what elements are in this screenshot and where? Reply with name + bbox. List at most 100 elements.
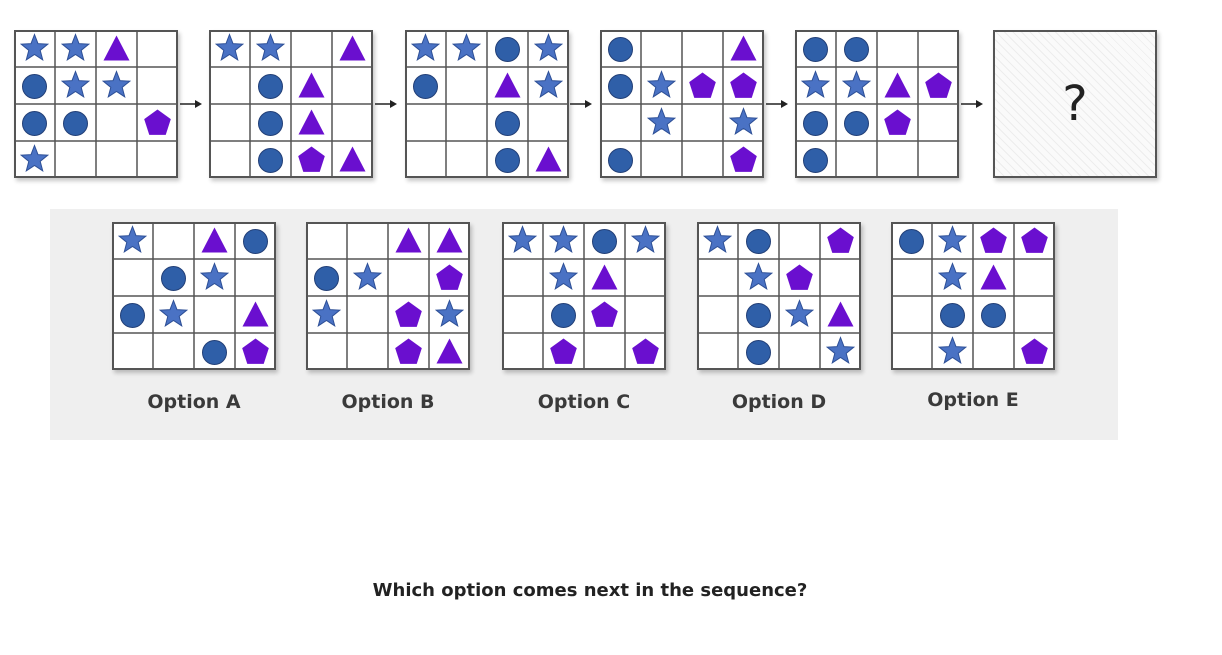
circle-icon [314, 266, 339, 291]
triangle-icon [298, 109, 325, 135]
question-text: Which option comes next in the sequence? [372, 580, 808, 601]
star-icon [784, 299, 815, 327]
star-icon [214, 33, 245, 61]
circle-icon [746, 340, 771, 365]
star-icon [199, 262, 230, 290]
pentagon-icon [632, 338, 659, 364]
option-d-grid[interactable] [697, 222, 861, 370]
triangle-icon [436, 227, 463, 253]
circle-icon [746, 303, 771, 328]
circle-icon [258, 148, 283, 173]
pentagon-icon [395, 338, 422, 364]
star-icon [743, 262, 774, 290]
circle-icon [551, 303, 576, 328]
circle-icon [844, 111, 869, 136]
pentagon-icon [884, 109, 911, 135]
star-icon [19, 33, 50, 61]
star-icon [101, 70, 132, 98]
star-icon [451, 33, 482, 61]
star-icon [255, 33, 286, 61]
pentagon-icon [1021, 338, 1048, 364]
triangle-icon [980, 264, 1007, 290]
triangle-icon [494, 72, 521, 98]
circle-icon [495, 148, 520, 173]
triangle-icon [339, 146, 366, 172]
option-d-label[interactable]: Option D [697, 391, 861, 413]
option-b-grid[interactable] [306, 222, 470, 370]
star-icon [630, 225, 661, 253]
pentagon-icon [730, 146, 757, 172]
triangle-icon [591, 264, 618, 290]
star-icon [548, 225, 579, 253]
pentagon-icon [436, 264, 463, 290]
sequence-grid-4 [600, 30, 764, 178]
sequence-grid-1 [14, 30, 178, 178]
star-icon [117, 225, 148, 253]
sequence-grid-5-svg [795, 30, 959, 178]
triangle-icon [535, 146, 562, 172]
circle-icon [803, 148, 828, 173]
pentagon-icon [786, 264, 813, 290]
star-icon [937, 336, 968, 364]
star-icon [702, 225, 733, 253]
circle-icon [161, 266, 186, 291]
circle-icon [803, 37, 828, 62]
sequence-grid-4-svg [600, 30, 764, 178]
pentagon-icon [395, 301, 422, 327]
circle-icon [746, 229, 771, 254]
star-icon [937, 262, 968, 290]
pentagon-icon [242, 338, 269, 364]
star-icon [60, 33, 91, 61]
pentagon-icon [550, 338, 577, 364]
circle-icon [608, 74, 633, 99]
star-icon [311, 299, 342, 327]
star-icon [533, 33, 564, 61]
star-icon [434, 299, 465, 327]
arrow-icon [766, 100, 788, 108]
sequence-grid-2-svg [209, 30, 373, 178]
circle-icon [940, 303, 965, 328]
option-a-grid[interactable] [112, 222, 276, 370]
option-e-grid[interactable] [891, 222, 1055, 370]
star-icon [646, 70, 677, 98]
option-a-label[interactable]: Option A [112, 391, 276, 413]
triangle-icon [103, 35, 130, 61]
sequence-grid-1-svg [14, 30, 178, 178]
circle-icon [258, 111, 283, 136]
pentagon-icon [730, 72, 757, 98]
star-icon [937, 225, 968, 253]
star-icon [60, 70, 91, 98]
star-icon [19, 144, 50, 172]
circle-icon [413, 74, 438, 99]
circle-icon [258, 74, 283, 99]
star-icon [352, 262, 383, 290]
triangle-icon [339, 35, 366, 61]
star-icon [410, 33, 441, 61]
circle-icon [120, 303, 145, 328]
circle-icon [608, 37, 633, 62]
star-icon [646, 107, 677, 135]
triangle-icon [884, 72, 911, 98]
circle-icon [63, 111, 88, 136]
sequence-grid-5 [795, 30, 959, 178]
sequence-grid-3-svg [405, 30, 569, 178]
circle-icon [22, 111, 47, 136]
pentagon-icon [144, 109, 171, 135]
sequence-grid-3 [405, 30, 569, 178]
triangle-icon [298, 72, 325, 98]
unknown-grid: ? [993, 30, 1157, 178]
option-b-label[interactable]: Option B [306, 391, 470, 413]
option-c-label[interactable]: Option C [502, 391, 666, 413]
star-icon [507, 225, 538, 253]
star-icon [728, 107, 759, 135]
triangle-icon [730, 35, 757, 61]
star-icon [548, 262, 579, 290]
option-e-label[interactable]: Option E [891, 389, 1055, 411]
puzzle-stage: ? Which option comes next in the sequenc… [0, 0, 1222, 655]
option-c-grid[interactable] [502, 222, 666, 370]
circle-icon [981, 303, 1006, 328]
pentagon-icon [925, 72, 952, 98]
arrow-icon [375, 100, 397, 108]
circle-icon [803, 111, 828, 136]
circle-icon [899, 229, 924, 254]
